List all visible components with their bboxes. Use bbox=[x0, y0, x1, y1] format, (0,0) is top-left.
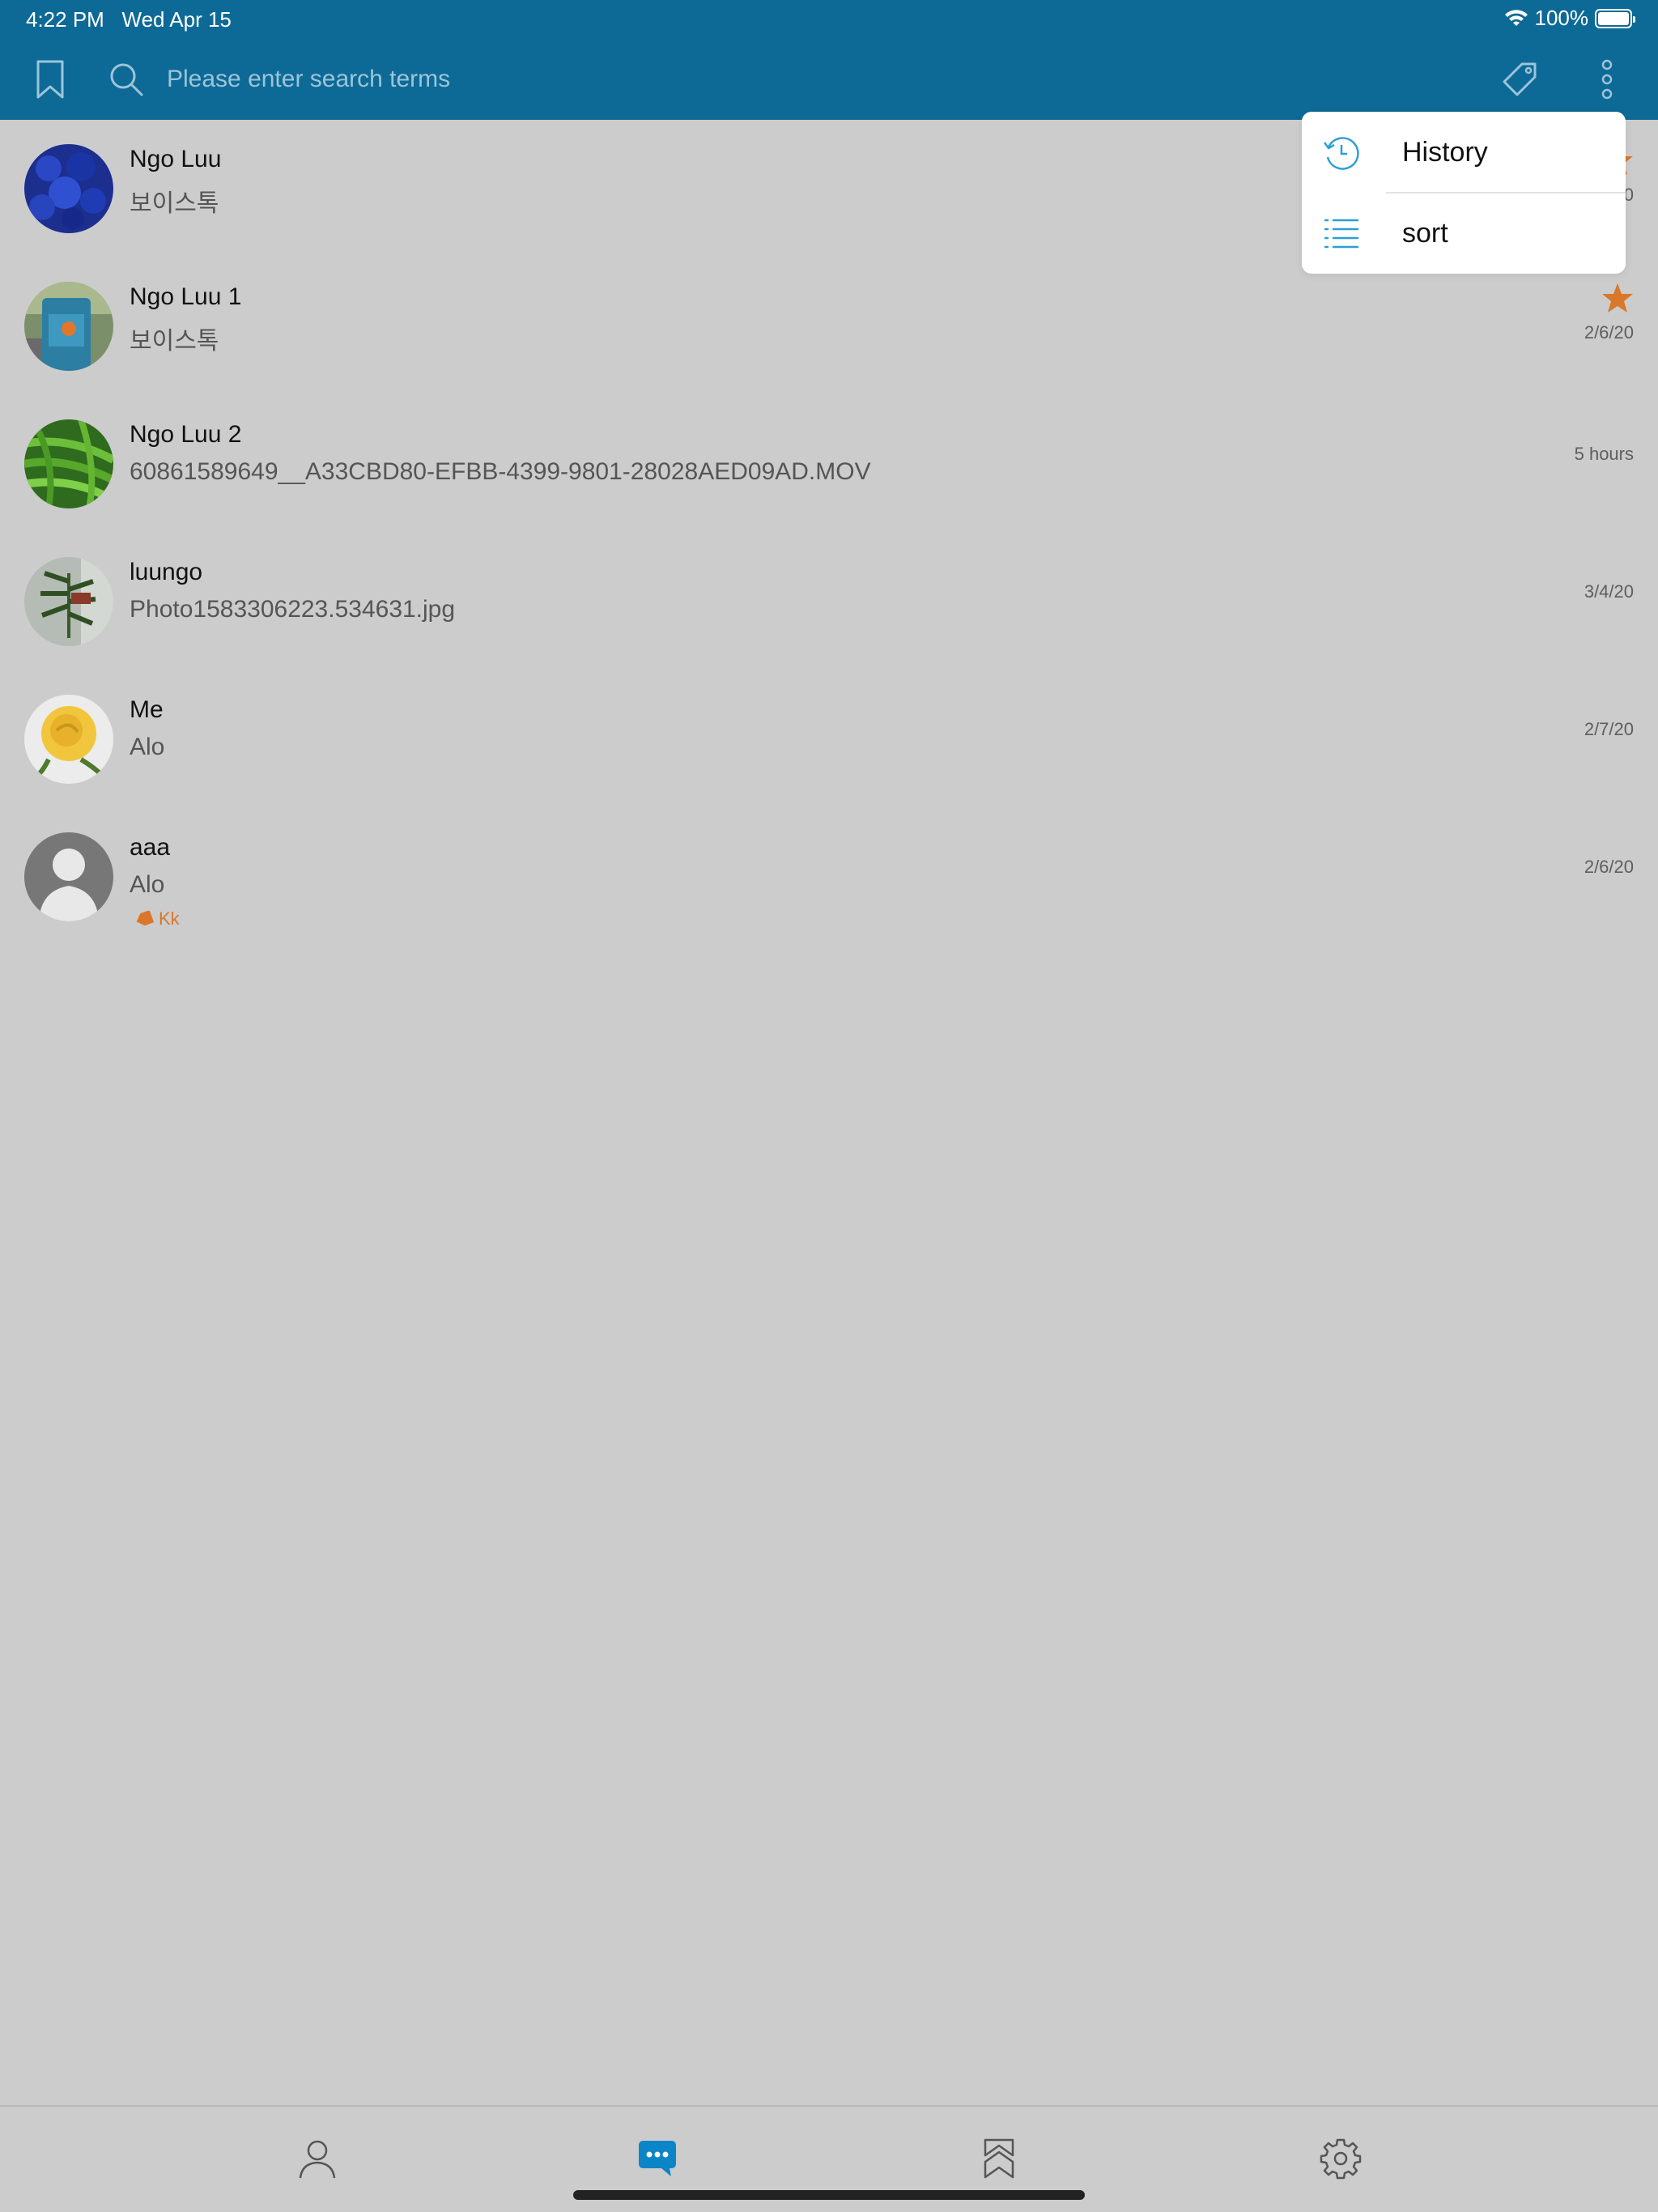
battery-percent: 100% bbox=[1534, 6, 1589, 30]
chat-last-message: Alo bbox=[130, 734, 165, 760]
list-icon bbox=[1320, 212, 1363, 256]
bookmark-icon[interactable] bbox=[29, 55, 71, 104]
avatar bbox=[24, 419, 113, 508]
more-vertical-icon[interactable] bbox=[1588, 55, 1626, 104]
status-time: 4:22 PM Wed Apr 15 bbox=[26, 7, 232, 32]
chat-row[interactable]: Me Alo 2/7/20 bbox=[0, 670, 1658, 808]
tag-label-icon bbox=[136, 911, 154, 926]
chat-row[interactable]: aaa Alo Kk 2/6/20 bbox=[0, 808, 1658, 946]
chat-last-message: 60861589649__A33CBD80-EFBB-4399-9801-280… bbox=[130, 458, 871, 485]
home-indicator bbox=[573, 2190, 1085, 2200]
chat-time: 3/4/20 bbox=[1584, 581, 1634, 602]
battery-icon bbox=[1595, 8, 1635, 28]
chat-last-message: 보이스톡 bbox=[130, 328, 219, 355]
status-right: 100% bbox=[1504, 6, 1635, 31]
menu-item-label: History bbox=[1402, 136, 1488, 168]
avatar bbox=[24, 695, 113, 784]
chat-row[interactable]: Ngo Luu 1 보이스톡 2/6/20 bbox=[0, 257, 1658, 395]
chat-time: 2/6/20 bbox=[1584, 322, 1634, 342]
wifi-icon bbox=[1504, 9, 1528, 28]
bookmarks-icon bbox=[984, 2138, 1014, 2179]
search-input[interactable] bbox=[167, 59, 976, 100]
tag-icon[interactable] bbox=[1496, 55, 1543, 104]
chat-tag-label: Kk bbox=[159, 908, 180, 929]
tab-settings[interactable] bbox=[1318, 2136, 1363, 2181]
menu-item-label: sort bbox=[1402, 217, 1448, 249]
menu-item-sort[interactable]: sort bbox=[1302, 193, 1626, 274]
chat-name: Ngo Luu 2 bbox=[130, 421, 242, 448]
chat-name: Me bbox=[130, 696, 164, 723]
avatar bbox=[24, 282, 113, 371]
chat-tag: Kk bbox=[134, 908, 180, 929]
chat-last-message: Photo1583306223.534631.jpg bbox=[130, 596, 456, 623]
search-header bbox=[0, 39, 1658, 120]
chat-last-message: Alo bbox=[130, 871, 165, 898]
chat-last-message: 보이스톡 bbox=[130, 190, 219, 217]
search-icon bbox=[105, 58, 147, 100]
star-icon bbox=[1601, 282, 1634, 318]
gear-icon bbox=[1320, 2138, 1362, 2180]
chat-row[interactable]: luungo Photo1583306223.534631.jpg 3/4/20 bbox=[0, 533, 1658, 670]
default-person-avatar bbox=[24, 832, 113, 921]
chat-name: luungo bbox=[130, 559, 203, 585]
chat-time: 5 hours bbox=[1574, 444, 1634, 464]
person-icon bbox=[299, 2140, 336, 2179]
tab-bookmarks[interactable] bbox=[976, 2136, 1022, 2181]
tab-contacts[interactable] bbox=[295, 2136, 340, 2181]
history-icon bbox=[1320, 131, 1363, 175]
avatar bbox=[24, 144, 113, 233]
tab-chats[interactable] bbox=[635, 2136, 680, 2181]
menu-item-history[interactable]: History bbox=[1302, 112, 1626, 193]
chat-name: Ngo Luu 1 bbox=[130, 283, 242, 310]
chat-time: 2/7/20 bbox=[1584, 719, 1634, 739]
chat-name: aaa bbox=[130, 834, 171, 861]
status-bar: 4:22 PM Wed Apr 15 100% bbox=[0, 0, 1658, 39]
chat-row[interactable]: Ngo Luu 2 60861589649__A33CBD80-EFBB-439… bbox=[0, 395, 1658, 533]
overflow-menu: History sort bbox=[1302, 112, 1626, 274]
avatar bbox=[24, 557, 113, 646]
chat-bubble-icon bbox=[639, 2141, 676, 2176]
chat-name: Ngo Luu bbox=[130, 146, 222, 172]
chat-time: 2/6/20 bbox=[1584, 857, 1634, 877]
